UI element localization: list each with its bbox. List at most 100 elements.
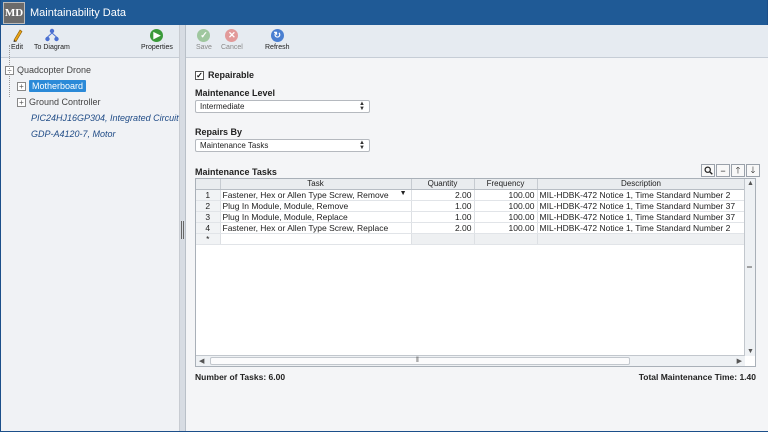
repairs-by-value: Maintenance Tasks <box>200 141 269 150</box>
tree-item-ground-controller[interactable]: + Ground Controller <box>5 94 179 110</box>
cancel-label: Cancel <box>221 44 243 51</box>
horizontal-scrollbar[interactable]: ◀ ‖ ▶ <box>196 355 745 366</box>
tree-item-label: Motherboard <box>29 80 87 92</box>
scroll-grip-icon[interactable]: ‖ <box>416 357 419 364</box>
scroll-grip-icon[interactable]: ═ <box>747 264 752 271</box>
table-row[interactable]: 1 Fastener, Hex or Allen Type Screw, Rem… <box>196 189 746 201</box>
task-cell[interactable]: Plug In Module, Module, Replace <box>220 211 412 223</box>
tree-item-motor[interactable]: GDP-A4120-7, Motor <box>5 126 179 142</box>
task-cell[interactable]: Plug In Module, Module, Remove <box>220 200 412 212</box>
table-row[interactable]: 2 Plug In Module, Module, Remove 1.00 10… <box>196 200 746 212</box>
tasks-table: Task Quantity Frequency Description 1 Fa… <box>196 179 746 245</box>
maintenance-tasks-label: Maintenance Tasks <box>195 167 277 177</box>
repairs-by-label: Repairs By <box>195 127 243 137</box>
quantity-cell[interactable]: 1.00 <box>411 200 475 212</box>
title-bar: MD Maintainability Data <box>1 0 767 25</box>
updown-arrow-icon: ▲ ▼ <box>359 139 365 151</box>
tree-item-motherboard[interactable]: + Motherboard <box>5 78 179 94</box>
to-diagram-button[interactable]: To Diagram <box>34 28 70 51</box>
description-cell[interactable]: MIL-HDBK-472 Notice 1, Time Standard Num… <box>537 211 746 223</box>
row-number: 1 <box>196 189 221 201</box>
tree-item-integrated-circuit[interactable]: PIC24HJ16GP304, Integrated Circuit <box>5 110 179 126</box>
task-cell[interactable] <box>220 233 412 245</box>
tasks-summary: Number of Tasks: 6.00 Total Maintenance … <box>195 372 756 382</box>
description-cell[interactable]: MIL-HDBK-472 Notice 1, Time Standard Num… <box>537 189 746 201</box>
scroll-up-icon[interactable]: ▲ <box>747 180 754 187</box>
scroll-right-icon[interactable]: ▶ <box>737 357 742 365</box>
maintenance-tasks-grid: Task Quantity Frequency Description 1 Fa… <box>195 178 756 367</box>
description-cell[interactable]: MIL-HDBK-472 Notice 1, Time Standard Num… <box>537 200 746 212</box>
frequency-cell[interactable]: 100.00 <box>474 200 538 212</box>
frequency-cell[interactable]: 100.00 <box>474 211 538 223</box>
refresh-icon: ↻ <box>270 28 284 42</box>
repairable-checkbox-row[interactable]: ✓ Repairable <box>195 68 760 82</box>
scroll-down-icon[interactable]: ▼ <box>747 348 754 355</box>
cancel-icon: ✕ <box>225 28 239 42</box>
maintenance-level-value: Intermediate <box>200 102 245 111</box>
frequency-cell[interactable]: 100.00 <box>474 189 538 201</box>
maintenance-level-select[interactable]: Intermediate ▲ ▼ <box>195 100 370 113</box>
left-toolbar: Edit To Diagram ▶ Properties <box>1 25 179 58</box>
frequency-cell[interactable]: 100.00 <box>474 222 538 234</box>
description-cell[interactable]: MIL-HDBK-472 Notice 1, Time Standard Num… <box>537 222 746 234</box>
splitter-grip-icon[interactable] <box>181 221 184 239</box>
app-logo: MD <box>3 1 25 24</box>
column-header-frequency[interactable]: Frequency <box>474 179 538 190</box>
save-button[interactable]: ✓ Save <box>196 28 212 51</box>
repairs-by-select[interactable]: Maintenance Tasks ▲ ▼ <box>195 139 370 152</box>
row-number: 3 <box>196 211 221 223</box>
product-tree: − Quadcopter Drone + Motherboard + Groun… <box>1 45 179 142</box>
check-icon: ✓ <box>197 28 211 42</box>
horizontal-scroll-thumb[interactable] <box>210 357 630 365</box>
dropdown-arrow-icon[interactable]: ▼ <box>400 190 407 197</box>
left-pane: Edit To Diagram ▶ Properties − Quadcopte… <box>1 25 180 431</box>
repairable-checkbox[interactable]: ✓ <box>195 70 204 80</box>
tree-root-label: Quadcopter Drone <box>17 65 92 75</box>
table-tools: − 🡑 🡓 <box>700 164 760 177</box>
row-number: 4 <box>196 222 221 234</box>
diagram-icon <box>45 28 59 42</box>
quantity-cell[interactable]: 2.00 <box>411 222 475 234</box>
table-row[interactable]: 3 Plug In Module, Module, Replace 1.00 1… <box>196 211 746 223</box>
description-cell[interactable] <box>537 233 746 245</box>
updown-arrow-icon: ▲ ▼ <box>359 100 365 112</box>
cancel-button[interactable]: ✕ Cancel <box>221 28 243 51</box>
play-icon: ▶ <box>150 28 164 42</box>
quantity-cell[interactable] <box>411 233 475 245</box>
edit-label: Edit <box>10 44 24 51</box>
new-row[interactable]: * <box>196 233 746 245</box>
task-cell[interactable]: Fastener, Hex or Allen Type Screw, Repla… <box>220 222 412 234</box>
pencil-icon <box>10 28 24 42</box>
tree-item-label: GDP-A4120-7, Motor <box>31 129 116 139</box>
column-header-task[interactable]: Task <box>220 179 412 190</box>
right-pane: ✓ Save ✕ Cancel ↻ Refresh ✓ Repairable M… <box>186 25 768 431</box>
scroll-left-icon[interactable]: ◀ <box>199 357 204 365</box>
expand-icon[interactable]: + <box>17 81 26 91</box>
edit-button[interactable]: Edit <box>10 28 24 51</box>
table-row[interactable]: 4 Fastener, Hex or Allen Type Screw, Rep… <box>196 222 746 234</box>
column-header-description[interactable]: Description <box>537 179 746 190</box>
tree-root[interactable]: − Quadcopter Drone <box>5 62 179 78</box>
to-diagram-label: To Diagram <box>34 44 70 51</box>
save-label: Save <box>196 44 212 51</box>
task-cell[interactable]: Fastener, Hex or Allen Type Screw, Remov… <box>220 189 412 201</box>
row-header-corner <box>196 179 221 190</box>
task-value: Fastener, Hex or Allen Type Screw, Remov… <box>222 189 389 200</box>
quantity-cell[interactable]: 2.00 <box>411 189 475 201</box>
move-up-icon[interactable]: 🡑 <box>731 164 745 177</box>
quantity-cell[interactable]: 1.00 <box>411 211 475 223</box>
tree-item-label: PIC24HJ16GP304, Integrated Circuit <box>31 113 179 123</box>
refresh-button[interactable]: ↻ Refresh <box>265 28 290 51</box>
frequency-cell[interactable] <box>474 233 538 245</box>
tree-item-label: Ground Controller <box>29 97 101 107</box>
properties-button[interactable]: ▶ Properties <box>141 28 173 51</box>
move-down-icon[interactable]: 🡓 <box>746 164 760 177</box>
refresh-label: Refresh <box>265 44 290 51</box>
remove-row-icon[interactable]: − <box>716 164 730 177</box>
column-header-quantity[interactable]: Quantity <box>411 179 475 190</box>
maintainability-form: ✓ Repairable Maintenance Level Intermedi… <box>186 58 768 382</box>
vertical-scrollbar[interactable]: ▲ ═ ▼ <box>744 179 755 356</box>
expand-icon[interactable]: + <box>17 97 26 107</box>
app-window: MD Maintainability Data Edit To Diagram … <box>0 0 768 432</box>
search-icon[interactable] <box>701 164 715 177</box>
